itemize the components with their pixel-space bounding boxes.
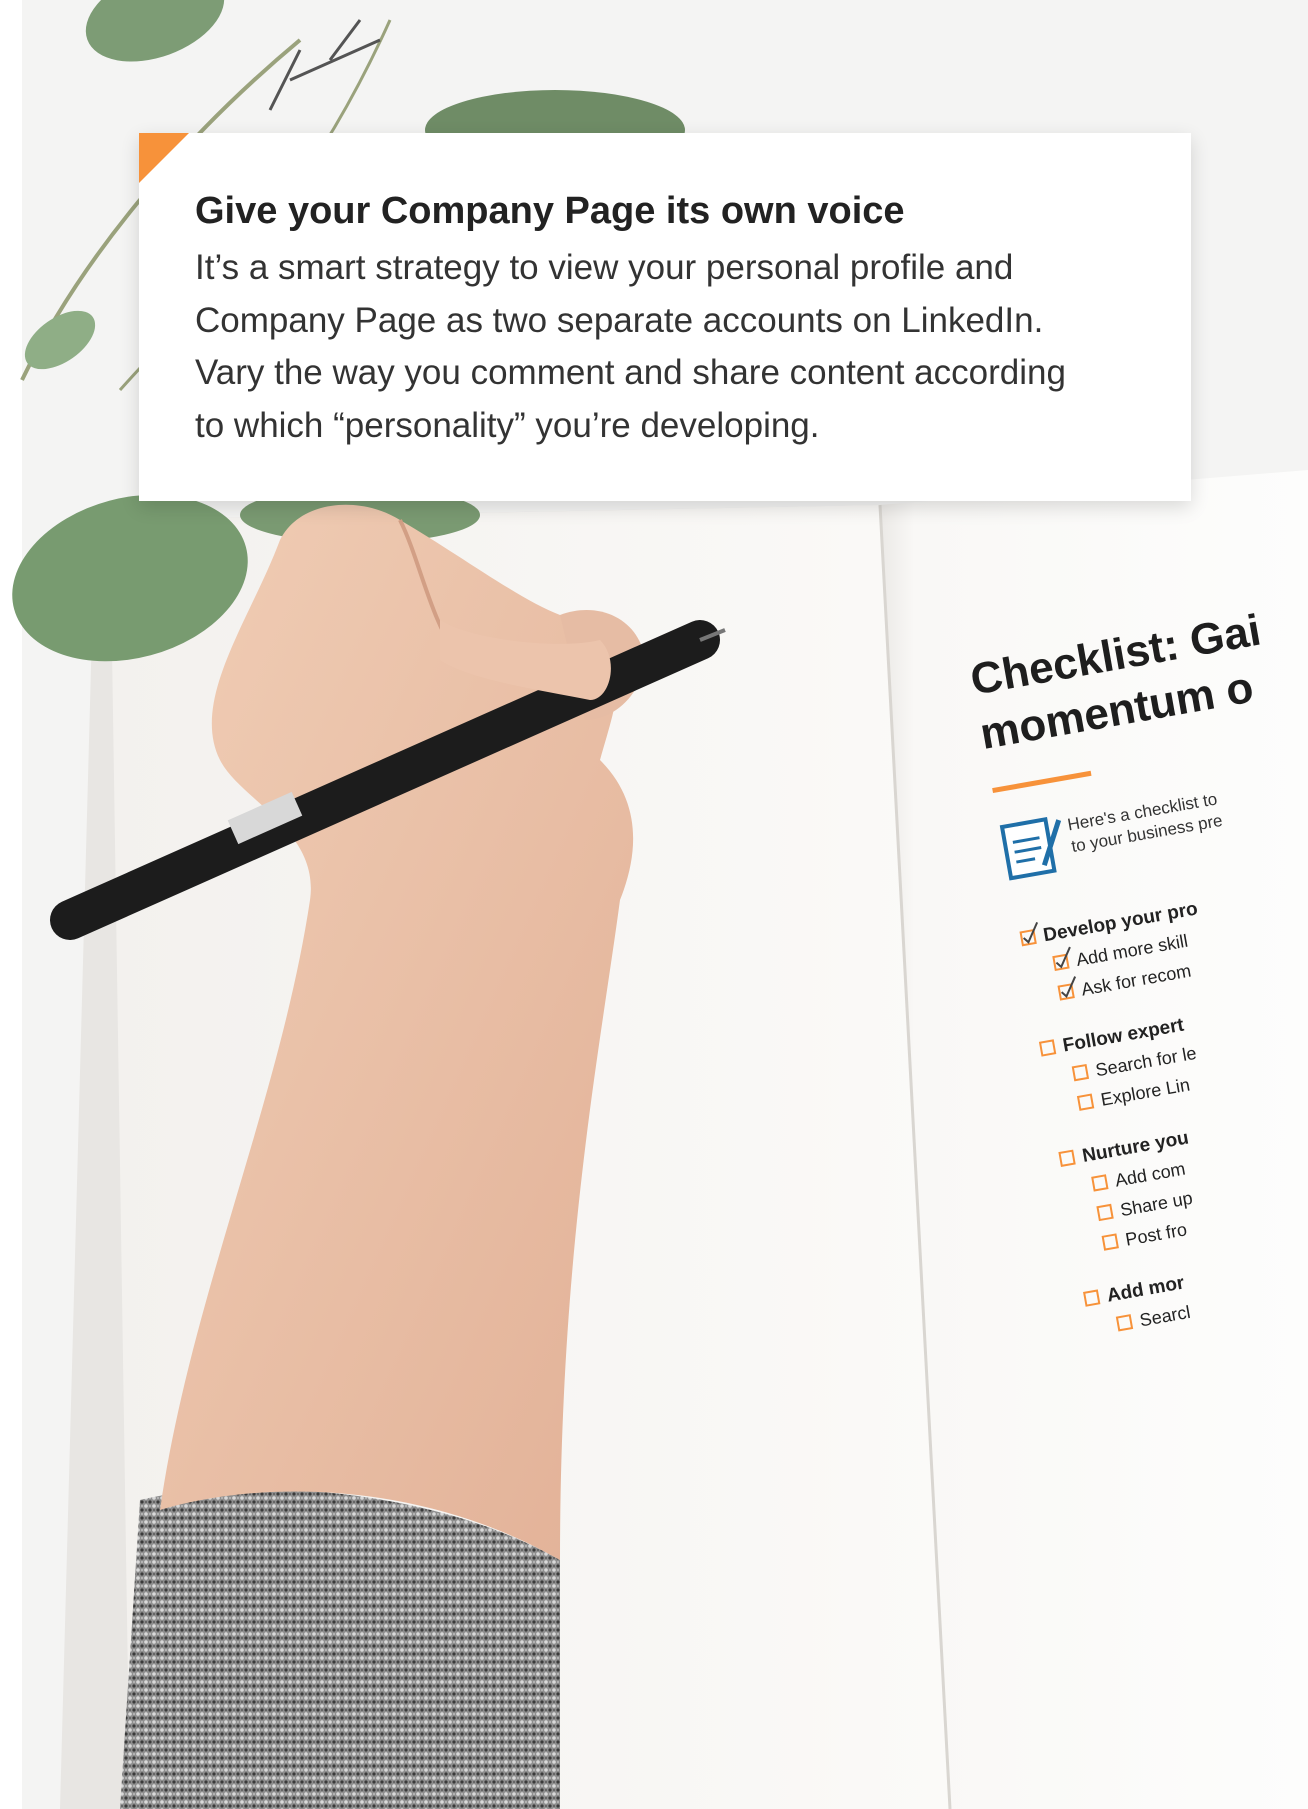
callout-title: Give your Company Page its own voice [195,190,905,232]
sweater-sleeve [120,1488,560,1809]
callout-body-line: It’s a smart strategy to view your perso… [195,248,1014,288]
callout-body: It’s a smart strategy to view your perso… [195,242,1135,452]
callout-body-line: to which “personality” you’re developing… [195,405,820,445]
callout-body-line: Vary the way you comment and share conte… [195,353,1066,393]
tip-callout-card: Give your Company Page its own voice It’… [139,133,1191,501]
callout-body-line: Company Page as two separate accounts on… [195,300,1044,340]
left-margin [0,0,22,1809]
callout-accent-corner [139,133,189,183]
